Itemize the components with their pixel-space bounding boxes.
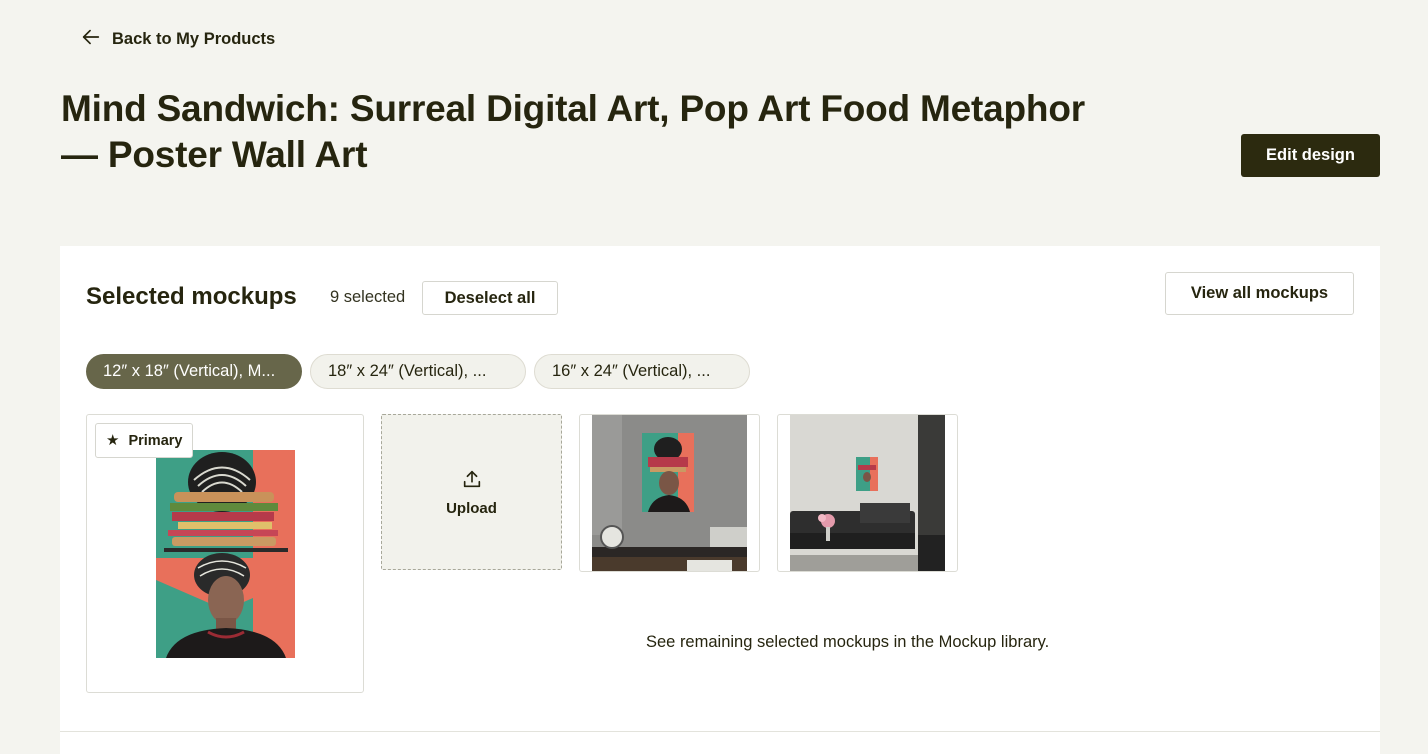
primary-mockup-card[interactable]: ★ Primary <box>86 414 364 693</box>
upload-mockup-button[interactable]: Upload <box>381 414 562 570</box>
upload-icon <box>461 468 483 490</box>
deselect-all-button[interactable]: Deselect all <box>422 281 558 315</box>
primary-badge-label: Primary <box>128 432 183 449</box>
size-chip-16x24[interactable]: 16″ x 24″ (Vertical), ... <box>534 354 750 389</box>
page-title-line2: — Poster Wall Art <box>61 134 368 175</box>
divider <box>60 731 1380 732</box>
size-chip-18x24[interactable]: 18″ x 24″ (Vertical), ... <box>310 354 526 389</box>
chip-label: 16″ x 24″ (Vertical), ... <box>552 362 711 380</box>
back-link-label: Back to My Products <box>112 30 276 48</box>
edit-design-button[interactable]: Edit design <box>1241 134 1380 177</box>
back-to-products-link[interactable]: Back to My Products <box>80 26 275 53</box>
primary-badge: ★ Primary <box>95 423 194 458</box>
arrow-left-icon <box>80 26 102 53</box>
page-title: Mind Sandwich: Surreal Digital Art, Pop … <box>61 86 1181 178</box>
view-all-mockups-button[interactable]: View all mockups <box>1165 272 1354 315</box>
remaining-mockups-note: See remaining selected mockups in the Mo… <box>646 633 1050 651</box>
living-room-mockup-image <box>790 415 945 571</box>
star-icon: ★ <box>106 432 120 449</box>
mockup-thumbnail[interactable] <box>777 414 958 572</box>
upload-label: Upload <box>446 499 497 517</box>
selected-mockups-panel: Selected mockups 9 selected Deselect all… <box>60 246 1380 754</box>
section-title: Selected mockups <box>86 283 297 310</box>
mockup-thumbnail[interactable] <box>579 414 760 572</box>
desk-mockup-image <box>592 415 747 571</box>
page-title-line1: Mind Sandwich: Surreal Digital Art, Pop … <box>61 88 1085 129</box>
size-chip-12x18[interactable]: 12″ x 18″ (Vertical), M... <box>86 354 302 389</box>
poster-artwork-image <box>156 450 295 658</box>
selected-count: 9 selected <box>330 288 406 306</box>
chip-label: 18″ x 24″ (Vertical), ... <box>328 362 487 380</box>
chip-label: 12″ x 18″ (Vertical), M... <box>103 362 276 380</box>
